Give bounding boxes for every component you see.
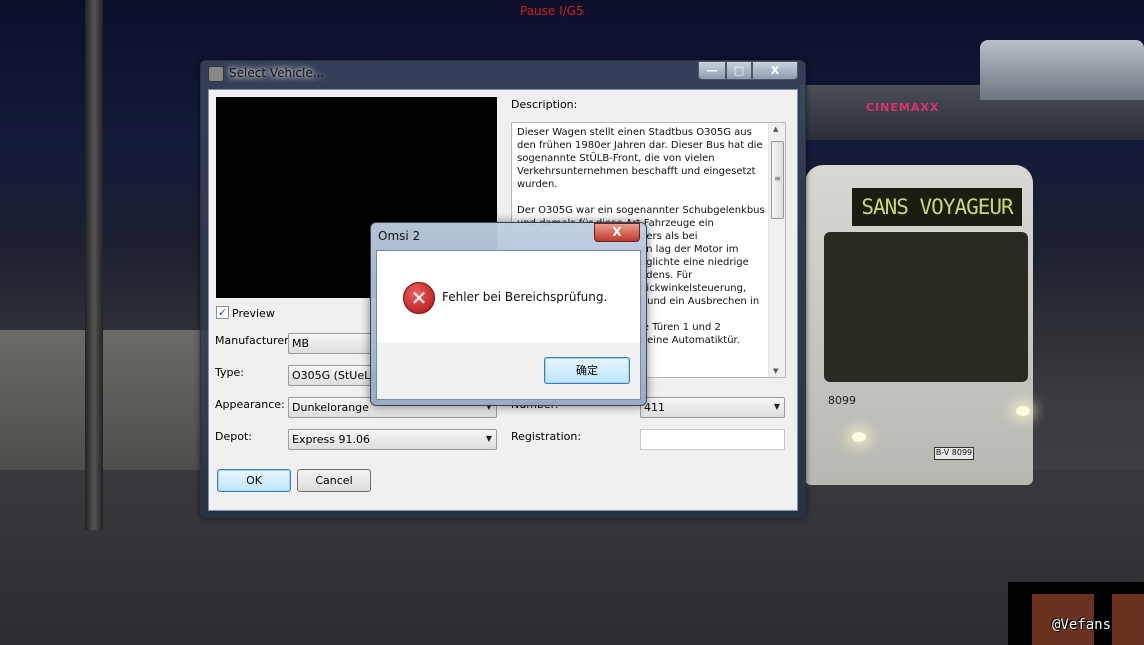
number-select[interactable]: 411 ▼ [640, 397, 785, 418]
appearance-value: Dunkelorange [292, 401, 369, 414]
number-value: 411 [644, 401, 665, 414]
bus-number: 8099 [828, 394, 856, 407]
bus-windshield [824, 232, 1028, 382]
description-line: wurden. [517, 179, 558, 190]
dialog-title: Omsi 2 [378, 229, 421, 243]
bus-plate: B-V 8099 [934, 447, 974, 460]
description-line: den frühen 1980er Jahren dar. Dieser Bus… [517, 140, 763, 151]
cinemaxx-sign: CINEMAXX [866, 101, 940, 114]
error-icon: ✕ [403, 282, 435, 314]
headlight [852, 432, 866, 442]
description-label: Description: [511, 98, 578, 111]
dialog-close-button[interactable]: X [594, 223, 640, 242]
depot-value: Express 91.06 [292, 433, 370, 446]
dialog-body: ✕ Fehler bei Bereichsprüfung. 确定 [376, 250, 641, 400]
bus-destination-sign: SANS VOYAGEUR [852, 188, 1022, 226]
description-line: Der O305G war ein sogenannter Schubgelen… [517, 205, 765, 216]
minimize-button[interactable]: — [698, 61, 726, 80]
error-message: Fehler bei Bereichsprüfung. [442, 290, 608, 304]
error-dialog: Omsi 2 X ✕ Fehler bei Bereichsprüfung. 确… [370, 222, 647, 406]
description-scrollbar[interactable]: ▲ ≡ ▼ [768, 123, 785, 377]
dialog-message-area: ✕ Fehler bei Bereichsprüfung. [377, 251, 640, 343]
chevron-down-icon: ▼ [773, 402, 780, 411]
manufacturer-value: MB [292, 337, 310, 350]
maximize-button[interactable]: □ [726, 61, 752, 80]
watermark-tile [1112, 594, 1144, 645]
headlight [1016, 406, 1030, 416]
manufacturer-label: Manufacturer: [215, 334, 293, 347]
scroll-up-icon[interactable]: ▲ [773, 125, 778, 133]
preview-checkbox[interactable]: ✓ [216, 306, 229, 319]
lamp-pole [85, 0, 103, 530]
watermark [1008, 582, 1144, 645]
scrollbar-thumb[interactable]: ≡ [771, 141, 784, 219]
preview-label: Preview [232, 307, 275, 320]
description-line: Dieser Wagen stellt einen Stadtbus O305G… [517, 127, 752, 138]
appearance-label: Appearance: [215, 398, 285, 411]
close-button[interactable]: X [752, 61, 798, 80]
ok-button[interactable]: OK [217, 469, 291, 492]
building [980, 40, 1144, 100]
cancel-button[interactable]: Cancel [297, 469, 371, 492]
registration-input[interactable] [640, 429, 785, 450]
watermark-text: @Vefans [1052, 617, 1112, 633]
depot-label: Depot: [215, 430, 252, 443]
chevron-down-icon: ▼ [485, 434, 492, 443]
depot-select[interactable]: Express 91.06 ▼ [288, 429, 497, 450]
pause-indicator: Pause I/G5 [520, 4, 584, 18]
description-line: Verkehrsunternehmen beschafft und einges… [517, 166, 756, 177]
type-value: O305G (StUeLB) [292, 369, 383, 382]
scroll-down-icon[interactable]: ▼ [773, 367, 778, 375]
description-line [517, 191, 767, 204]
type-label: Type: [215, 366, 244, 379]
dialog-ok-button[interactable]: 确定 [544, 357, 630, 384]
window-title: Select Vehicle... [229, 66, 325, 80]
app-icon [208, 66, 224, 82]
registration-label: Registration: [511, 430, 582, 443]
description-line: sogenannte StÜLB-Front, die von vielen [517, 153, 715, 164]
